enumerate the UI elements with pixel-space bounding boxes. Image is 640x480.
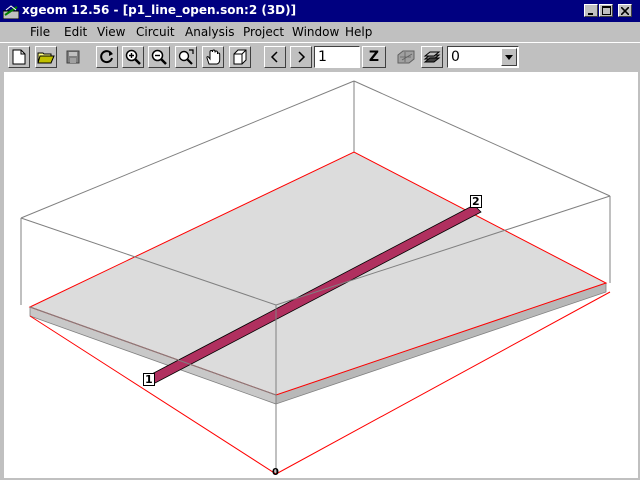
menu-window[interactable]: Window — [292, 24, 339, 40]
layer-select-value: 0 — [451, 49, 460, 65]
mesh-view-icon[interactable] — [395, 46, 417, 68]
new-file-icon[interactable] — [8, 46, 30, 68]
menu-file[interactable]: File — [30, 24, 50, 40]
menu-bar: File Edit View Circuit Analysis Project … — [0, 22, 640, 63]
rotate-icon[interactable] — [96, 46, 118, 68]
toolbar: 1 Z 0 — [0, 42, 640, 72]
save-icon[interactable] — [62, 46, 84, 68]
next-level-button[interactable] — [290, 46, 312, 68]
cube-view-icon[interactable] — [229, 46, 251, 68]
open-folder-icon[interactable] — [35, 46, 57, 68]
menu-project[interactable]: Project — [243, 24, 284, 40]
port-1-label[interactable]: 1 — [143, 373, 155, 386]
zoom-fit-icon[interactable] — [175, 46, 197, 68]
window-title: xgeom 12.56 - [p1_line_open.son:2 (3D)] — [22, 3, 297, 17]
menu-help[interactable]: Help — [345, 24, 372, 40]
menu-view[interactable]: View — [97, 24, 125, 40]
zoom-out-icon[interactable] — [148, 46, 170, 68]
pan-hand-icon[interactable] — [202, 46, 224, 68]
menu-edit[interactable]: Edit — [64, 24, 87, 40]
zoom-in-icon[interactable] — [122, 46, 144, 68]
minimize-button[interactable] — [584, 4, 598, 17]
layers-icon[interactable] — [421, 46, 443, 68]
port-2-label[interactable]: 2 — [470, 195, 482, 208]
z-toggle-button[interactable]: Z — [362, 46, 386, 68]
substrate-top — [28, 151, 608, 396]
app-icon[interactable] — [2, 3, 20, 20]
close-button[interactable] — [618, 4, 632, 17]
level-field[interactable]: 1 — [314, 46, 360, 68]
menu-analysis[interactable]: Analysis — [185, 24, 234, 40]
chevron-down-icon[interactable] — [501, 48, 517, 66]
geometry-3d-view[interactable]: 1 2 0 — [4, 72, 638, 478]
menu-circuit[interactable]: Circuit — [136, 24, 175, 40]
title-bar[interactable]: xgeom 12.56 - [p1_line_open.son:2 (3D)] — [0, 0, 640, 22]
layer-select[interactable]: 0 — [447, 46, 519, 68]
previous-level-button[interactable] — [264, 46, 286, 68]
maximize-button[interactable] — [599, 4, 613, 17]
origin-label: 0 — [272, 467, 279, 478]
